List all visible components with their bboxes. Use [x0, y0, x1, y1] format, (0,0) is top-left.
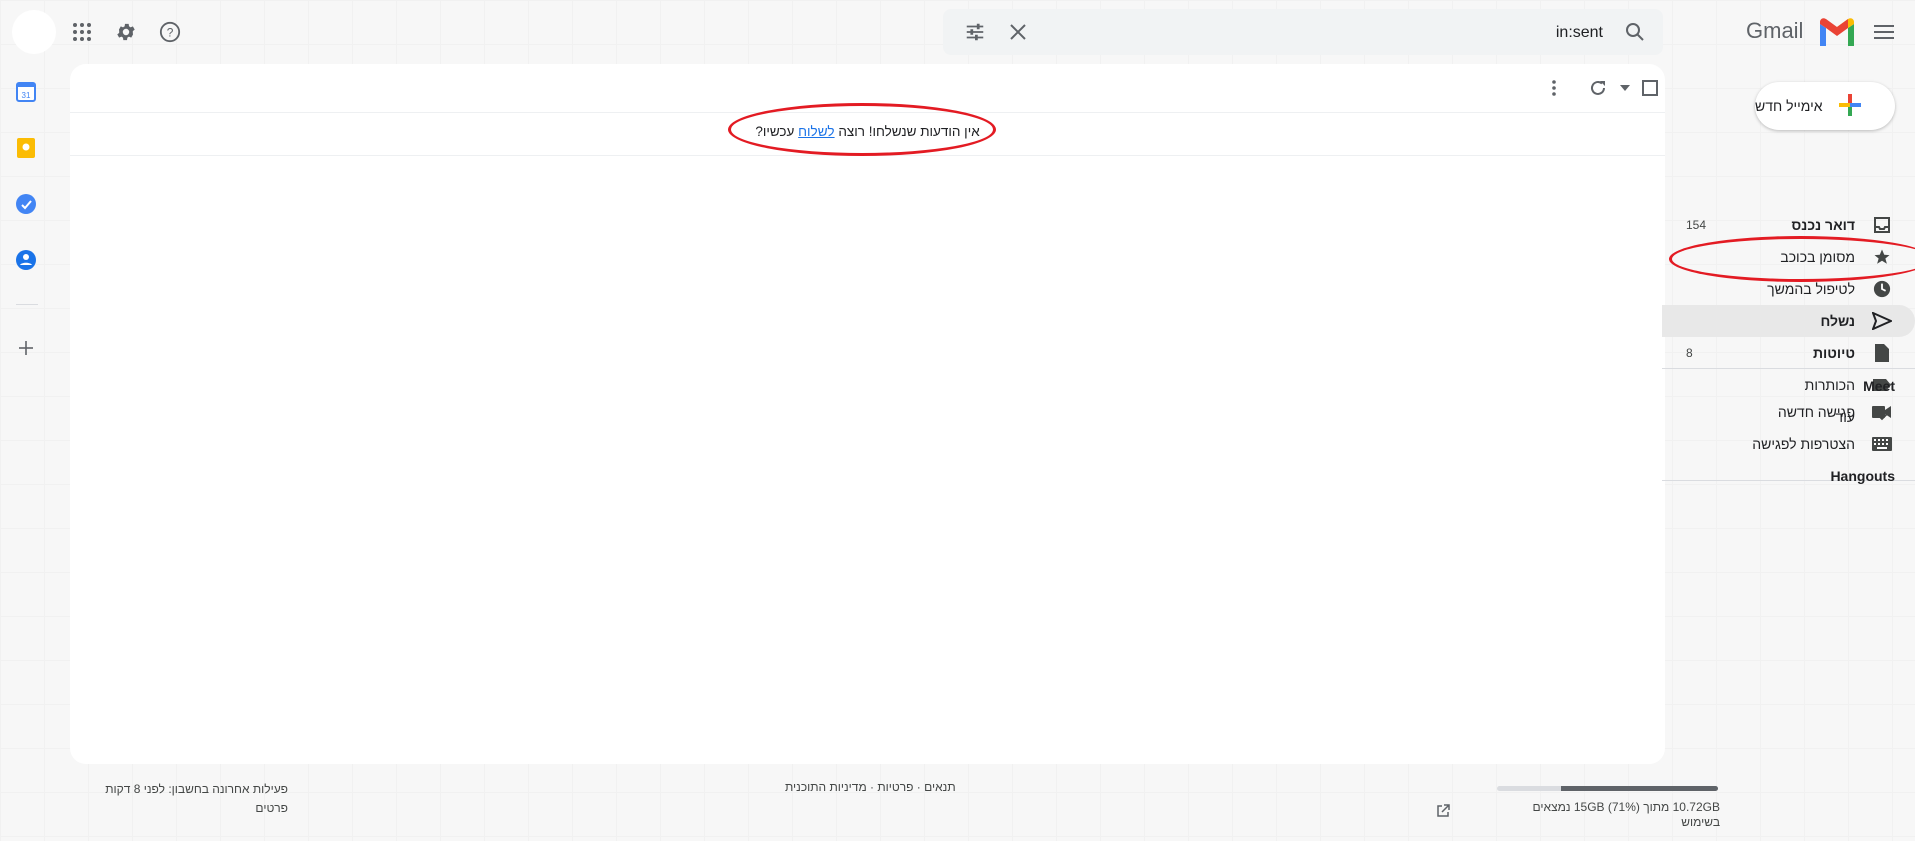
- compose-button[interactable]: אימייל חדש: [1755, 82, 1895, 130]
- keyboard-icon: [1871, 437, 1893, 451]
- compose-label: אימייל חדש: [1755, 98, 1823, 114]
- clock-icon: [1871, 280, 1893, 298]
- inbox-icon: [1871, 216, 1893, 234]
- gmail-wordmark: Gmail: [1746, 18, 1804, 43]
- sidebar-item-label: דואר נכנס: [1791, 217, 1855, 233]
- empty-state-suffix: עכשיו?: [755, 124, 795, 139]
- sidebar-item-label: טיוטות: [1813, 345, 1855, 361]
- search-icon[interactable]: [1615, 12, 1655, 52]
- sidebar-item-count: 8: [1686, 346, 1693, 360]
- gmail-logo-icon[interactable]: [1818, 18, 1856, 51]
- top-bar: ? Gmail: [0, 0, 1915, 64]
- hangouts-section-title[interactable]: Hangouts: [1830, 468, 1895, 484]
- nav-sidebar: אימייל חדש דואר נכנס 154 מסומן בכוכב לטיפול…: [1662, 64, 1915, 841]
- more-actions-icon[interactable]: [1534, 68, 1574, 108]
- contacts-app-icon[interactable]: [6, 240, 46, 280]
- sidebar-item-0[interactable]: דואר נכנס 154: [1662, 209, 1915, 241]
- send-icon: [1871, 312, 1893, 330]
- clear-search-icon[interactable]: [998, 12, 1038, 52]
- sidebar-item-label: לטיפול בהמשך: [1767, 281, 1855, 297]
- search-options-icon[interactable]: [955, 12, 995, 52]
- empty-state-message: אין הודעות שנשלחו! רוצה לשלוח עכשיו?: [70, 124, 1665, 139]
- last-activity-text: פעילות אחרונה בחשבון: לפני 8 דקות: [105, 782, 288, 796]
- compose-plus-icon: [1837, 92, 1863, 121]
- sidebar-item-label: מסומן בכוכב: [1780, 249, 1855, 265]
- svg-text:?: ?: [167, 26, 174, 40]
- message-list-panel: אין הודעות שנשלחו! רוצה לשלוח עכשיו? 10.…: [70, 64, 1720, 829]
- side-panel-rail: 31: [0, 64, 55, 841]
- meet-section-title: Meet: [1863, 378, 1895, 394]
- sidebar-item-count: 154: [1686, 218, 1707, 232]
- activity-details-link[interactable]: פרטים: [88, 799, 288, 818]
- add-addon-icon[interactable]: [6, 328, 46, 368]
- account-avatar[interactable]: [12, 10, 56, 54]
- sidebar-item-3[interactable]: נשלח: [1662, 305, 1915, 337]
- meet-new-meeting[interactable]: פגישה חדשה: [1662, 396, 1915, 428]
- sidebar-item-label: הכותרות: [1804, 377, 1855, 393]
- empty-state-prefix: אין הודעות שנשלחו! רוצה: [838, 124, 980, 139]
- meet-join-meeting-label: הצטרפות לפגישה: [1752, 436, 1855, 452]
- video-icon: [1871, 405, 1893, 419]
- sidebar-item-label: נשלח: [1820, 313, 1855, 329]
- footer-links[interactable]: תנאים · פרטיות · מדיניות התוכנית: [785, 780, 956, 794]
- keep-app-icon[interactable]: [6, 128, 46, 168]
- meet-new-meeting-label: פגישה חדשה: [1777, 404, 1855, 420]
- sidebar-divider: [1662, 368, 1915, 369]
- rail-divider: [16, 304, 38, 305]
- help-icon[interactable]: ?: [150, 12, 190, 52]
- tasks-app-icon[interactable]: [6, 184, 46, 224]
- sidebar-item-2[interactable]: לטיפול בהמשך: [1662, 273, 1915, 305]
- draft-icon: [1871, 343, 1893, 363]
- svg-text:31: 31: [22, 91, 31, 100]
- apps-grid-icon[interactable]: [62, 12, 102, 52]
- star-icon: [1871, 248, 1893, 266]
- calendar-app-icon[interactable]: 31: [6, 72, 46, 112]
- sidebar-item-4[interactable]: טיוטות 8: [1662, 337, 1915, 369]
- search-bar: [943, 9, 1663, 57]
- sidebar-item-1[interactable]: מסומן בכוכב: [1662, 241, 1915, 273]
- account-activity: פעילות אחרונה בחשבון: לפני 8 דקות פרטים: [88, 780, 288, 818]
- meet-join-meeting[interactable]: הצטרפות לפגישה: [1662, 428, 1915, 460]
- search-input[interactable]: [1041, 9, 1605, 57]
- main-menu-icon[interactable]: [1864, 12, 1904, 52]
- settings-gear-icon[interactable]: [106, 12, 146, 52]
- compose-now-link[interactable]: לשלוח: [798, 124, 834, 139]
- list-toolbar: [70, 64, 1665, 112]
- refresh-icon[interactable]: [1578, 68, 1618, 108]
- manage-storage-icon[interactable]: [1436, 804, 1450, 823]
